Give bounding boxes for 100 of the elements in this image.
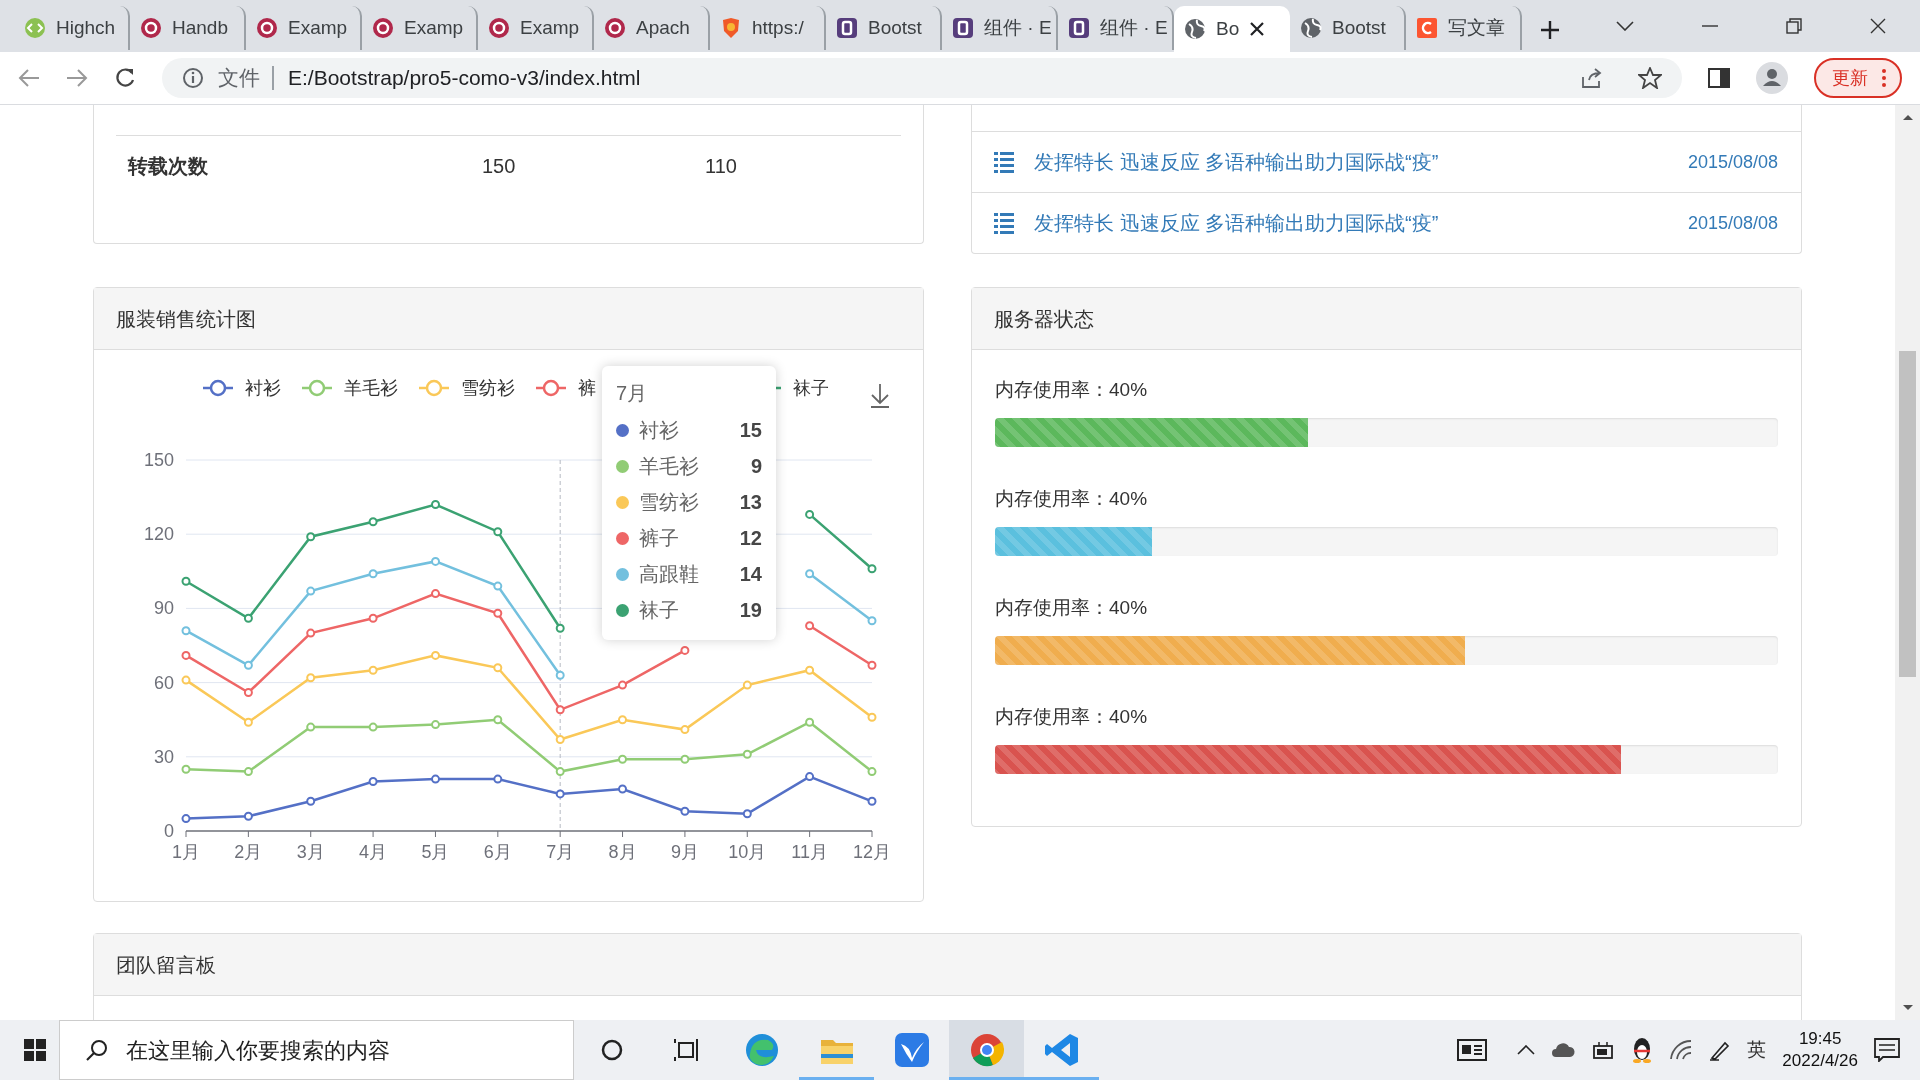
axis-label: 2月 xyxy=(234,842,263,862)
legend-marker[interactable] xyxy=(203,379,233,397)
wifi-icon[interactable] xyxy=(1669,1039,1694,1061)
chevron-up-icon[interactable] xyxy=(1517,1045,1536,1055)
reload-icon[interactable] xyxy=(114,67,136,89)
search-field[interactable]: 在这里输入你要搜索的内容 xyxy=(59,1020,574,1080)
data-point xyxy=(368,569,378,579)
scroll-down-icon[interactable] xyxy=(1901,1004,1914,1012)
browser-tab[interactable]: Highch xyxy=(14,6,130,50)
axis-label: 11月 xyxy=(791,842,828,862)
data-point xyxy=(680,645,690,655)
data-point xyxy=(431,500,440,509)
close-icon[interactable] xyxy=(1870,18,1886,34)
task-view-icon[interactable] xyxy=(673,1038,700,1062)
star-icon[interactable] xyxy=(1638,67,1662,89)
panel-title: 团队留言板 xyxy=(94,934,1801,996)
data-point xyxy=(555,735,565,744)
series-value: 15 xyxy=(739,418,762,443)
address-bar[interactable]: 文件 E:/Bootstrap/pro5-como-v3/index.html xyxy=(162,58,1682,98)
data-point xyxy=(742,749,752,759)
data-point xyxy=(805,621,815,631)
ring-icon xyxy=(140,17,162,39)
news-link[interactable]: 发挥特长 迅速反应 多语种输出助力国际战“疫” xyxy=(1034,147,1439,177)
browser-tab[interactable]: https:/ xyxy=(710,6,826,50)
legend-label[interactable]: 袜子 xyxy=(793,378,829,398)
notification-icon[interactable] xyxy=(1874,1038,1900,1062)
series-value: 9 xyxy=(750,454,762,479)
search-icon xyxy=(86,1039,108,1061)
data-point xyxy=(368,613,378,623)
forward-icon[interactable] xyxy=(66,68,88,88)
more-icon xyxy=(1882,69,1886,87)
browser-tab[interactable]: Handb xyxy=(130,6,246,50)
share-icon[interactable] xyxy=(1580,67,1602,89)
axis-label: 9月 xyxy=(670,842,699,862)
browser-tab[interactable]: Apach xyxy=(594,6,710,50)
new-tab-icon[interactable] xyxy=(1540,20,1560,40)
browser-tab[interactable]: Examp xyxy=(478,6,594,50)
wave-icon xyxy=(743,1032,780,1068)
data-point xyxy=(306,796,316,806)
data-point xyxy=(742,809,752,819)
scroll-up-icon[interactable] xyxy=(1901,113,1914,121)
clock[interactable]: 19:45 2022/4/26 xyxy=(1782,1028,1858,1072)
taskbar-app[interactable] xyxy=(949,1020,1024,1080)
browser-tab[interactable]: Bootst xyxy=(826,6,942,50)
square-icon xyxy=(952,17,974,39)
penguin-icon[interactable] xyxy=(1631,1037,1654,1063)
legend-marker[interactable] xyxy=(302,379,332,397)
side-panel-icon[interactable] xyxy=(1708,68,1730,88)
browser-tab[interactable]: Bootst xyxy=(1290,6,1406,50)
legend-label[interactable]: 羊毛衫 xyxy=(344,378,398,398)
axis-label: 150 xyxy=(143,450,174,470)
legend-label[interactable]: 雪纺衫 xyxy=(461,378,515,398)
news-link[interactable]: 发挥特长 迅速反应 多语种输出助力国际战“疫” xyxy=(1034,208,1439,238)
axis-label: 10月 xyxy=(728,842,767,862)
table-cell-text: 110 xyxy=(705,154,738,179)
data-point xyxy=(181,626,191,636)
avatar-icon[interactable] xyxy=(1756,62,1788,94)
panel-title: 服务器状态 xyxy=(972,288,1801,350)
data-point xyxy=(368,777,378,786)
windows-icon[interactable] xyxy=(24,1039,46,1061)
news-icon[interactable] xyxy=(1457,1038,1488,1062)
back-icon[interactable] xyxy=(18,68,40,88)
circle-icon[interactable] xyxy=(599,1038,624,1062)
data-point xyxy=(181,650,191,660)
browser-tab[interactable]: Examp xyxy=(246,6,362,50)
browser-tab[interactable]: Examp xyxy=(362,6,478,50)
axis-label: 7月 xyxy=(546,842,575,862)
series-name: 衬衫 xyxy=(639,418,679,443)
data-point xyxy=(555,767,565,777)
info-icon xyxy=(182,67,204,89)
usage-label: 内存使用率：40% xyxy=(995,596,1149,620)
series-name: 高跟鞋 xyxy=(639,562,699,587)
scrollbar-thumb[interactable] xyxy=(1899,351,1916,677)
input-method-indicator[interactable]: 英 xyxy=(1747,1035,1767,1065)
data-point xyxy=(867,796,877,806)
ring-icon xyxy=(256,17,278,39)
restore-icon[interactable] xyxy=(1786,18,1802,34)
legend-label[interactable]: 衬衫 xyxy=(245,378,281,398)
data-point xyxy=(742,680,752,690)
close-icon[interactable] xyxy=(1249,21,1266,37)
battery-icon[interactable] xyxy=(1591,1041,1616,1059)
download-icon[interactable] xyxy=(870,383,890,408)
data-point xyxy=(618,680,627,690)
data-point xyxy=(867,616,877,626)
data-point xyxy=(805,665,815,675)
data-point xyxy=(555,623,565,633)
update-button[interactable]: 更新 xyxy=(1814,58,1902,98)
series-value: 12 xyxy=(739,526,762,551)
legend-marker[interactable] xyxy=(419,379,449,397)
axis-label: 12月 xyxy=(853,842,891,862)
browser-tab[interactable]: Bo xyxy=(1174,6,1290,52)
legend-label[interactable]: 裤 xyxy=(578,378,596,398)
cloud-icon[interactable] xyxy=(1551,1042,1576,1058)
chevron-down-icon[interactable] xyxy=(1616,21,1634,31)
legend-marker[interactable] xyxy=(536,379,566,397)
data-point xyxy=(493,663,503,673)
browser-tab[interactable]: 写文章 xyxy=(1406,6,1522,50)
data-point xyxy=(680,725,690,735)
pen-icon[interactable] xyxy=(1709,1039,1732,1061)
browser-tab[interactable]: 组件 · E xyxy=(942,6,1058,50)
